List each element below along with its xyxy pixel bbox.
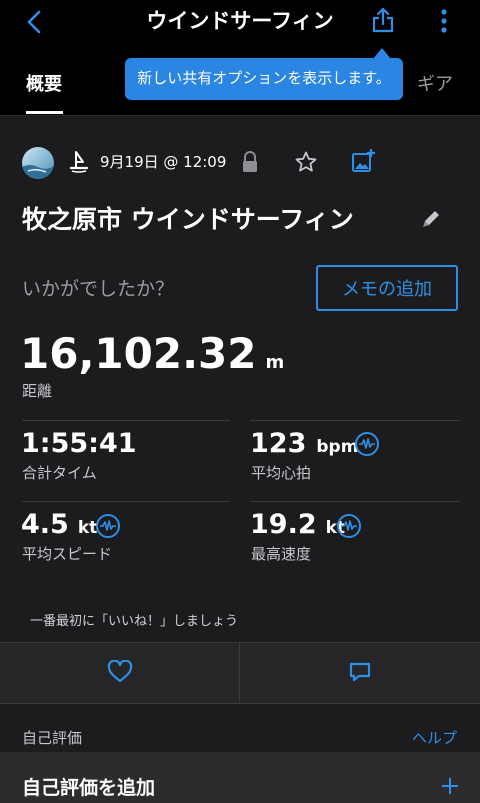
metric-total-time: 1:55:41 bbox=[21, 429, 137, 459]
divider bbox=[22, 420, 230, 421]
metric-unit: bpm bbox=[316, 437, 359, 457]
divider bbox=[250, 501, 460, 502]
avatar[interactable] bbox=[22, 147, 54, 179]
add-note-label: メモの追加 bbox=[342, 279, 432, 300]
metric-max-speed: 19.2 kt bbox=[250, 510, 345, 540]
back-icon[interactable] bbox=[22, 9, 48, 35]
page-title: ウインドサーフィン bbox=[146, 9, 334, 33]
tab-overview[interactable]: 概要 bbox=[26, 70, 62, 96]
tab-overview-label: 概要 bbox=[26, 74, 62, 95]
self-eval-section-label: 自己評価 bbox=[22, 729, 83, 747]
heart-icon bbox=[107, 660, 133, 684]
tooltip-arrow bbox=[373, 48, 391, 59]
tab-gear[interactable]: ギア bbox=[417, 70, 453, 96]
metric-value: 1:55:41 bbox=[21, 428, 137, 459]
tab-active-indicator bbox=[26, 111, 63, 114]
like-prompt: 一番最初に「いいね！」しましょう bbox=[30, 614, 239, 629]
chart-icon[interactable] bbox=[355, 432, 379, 456]
help-link[interactable]: ヘルプ bbox=[412, 727, 457, 748]
metric-avg-heart-rate: 123 bpm bbox=[250, 429, 358, 459]
metric-unit: kt bbox=[77, 518, 98, 538]
add-note-button[interactable]: メモの追加 bbox=[316, 265, 458, 311]
add-photo-icon[interactable] bbox=[350, 148, 376, 174]
metric-label: 平均スピード bbox=[22, 545, 113, 563]
metric-value: 4.5 bbox=[21, 509, 69, 540]
how-was-it-prompt: いかがでしたか？ bbox=[22, 278, 175, 300]
chart-icon[interactable] bbox=[337, 514, 361, 538]
activity-name: 牧之原市 ウインドサーフィン bbox=[22, 205, 354, 234]
edit-icon[interactable] bbox=[420, 208, 442, 230]
more-icon[interactable] bbox=[434, 8, 454, 34]
windsurfing-icon bbox=[68, 150, 90, 174]
header-divider bbox=[0, 115, 480, 116]
distance-unit: m bbox=[265, 352, 285, 373]
metric-value: 123 bbox=[250, 428, 307, 459]
add-self-eval-label: 自己評価を追加 bbox=[22, 777, 156, 799]
tab-gear-label: ギア bbox=[417, 74, 453, 95]
plus-icon[interactable] bbox=[440, 776, 460, 796]
metric-label: 平均心拍 bbox=[251, 464, 312, 482]
comment-icon bbox=[348, 661, 372, 683]
distance-row: 16,102.32 m bbox=[20, 330, 284, 378]
tooltip-text: 新しい共有オプションを表示します。 bbox=[137, 69, 391, 87]
comment-button[interactable] bbox=[240, 643, 480, 701]
distance-value: 16,102.32 bbox=[20, 329, 257, 378]
like-button[interactable] bbox=[0, 643, 239, 701]
distance-label: 距離 bbox=[22, 382, 53, 400]
share-icon[interactable] bbox=[369, 6, 397, 34]
star-icon[interactable] bbox=[294, 150, 318, 174]
lock-icon[interactable] bbox=[240, 150, 260, 174]
activity-date: 9月19日 @ 12:09 bbox=[100, 153, 227, 171]
metric-avg-speed: 4.5 kt bbox=[21, 510, 97, 540]
divider bbox=[22, 501, 230, 502]
metric-value: 19.2 bbox=[250, 509, 317, 540]
chart-icon[interactable] bbox=[96, 514, 120, 538]
metric-label: 最高速度 bbox=[251, 545, 312, 563]
metric-label: 合計タイム bbox=[22, 464, 97, 482]
divider bbox=[250, 420, 460, 421]
